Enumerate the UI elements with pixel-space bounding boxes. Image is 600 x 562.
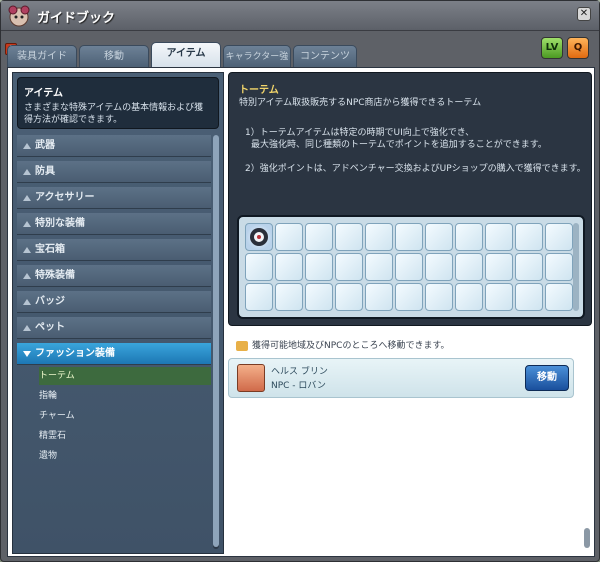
expand-arrow-icon — [23, 221, 31, 227]
info-line-4: 2）強化ポイントは、アドベンチャー交換およびUPショップの購入で獲得できます。 — [245, 164, 586, 174]
expand-arrow-icon — [23, 195, 31, 201]
item-slot[interactable] — [305, 223, 333, 251]
item-slot[interactable] — [245, 253, 273, 281]
item-slot[interactable] — [455, 223, 483, 251]
npc-location: NPC - ロバン — [271, 381, 326, 391]
item-slot[interactable] — [305, 253, 333, 281]
close-button[interactable]: ✕ — [577, 7, 591, 21]
search-button[interactable]: Q — [567, 37, 589, 59]
tab-character-enhance[interactable]: キャラクター強化 — [223, 45, 291, 84]
info-line-1: 特別アイテム取扱販売するNPC商店から獲得できるトーテム — [239, 98, 482, 108]
sidebar-header-desc: さまざまな特殊アイテムの基本情報および獲得方法が確認できます。 — [24, 103, 204, 125]
guidebook-window: ガイドブック ✕ ! 装具ガイド 移動 アイテム キャラクター強化 コンテンツ … — [0, 0, 600, 562]
item-slot[interactable] — [395, 223, 423, 251]
info-line-2: 1）トーテムアイテムは特定の時期でUI向上で強化でき、 — [245, 128, 475, 138]
totem-item-icon — [250, 228, 268, 246]
item-slot[interactable] — [275, 253, 303, 281]
item-slot[interactable] — [245, 283, 273, 311]
item-slot[interactable] — [545, 253, 573, 281]
content-panel: アイテム さまざまな特殊アイテムの基本情報および獲得方法が確認できます。 武器 … — [7, 67, 595, 557]
subitem-charm[interactable]: チャーム — [39, 407, 211, 425]
item-slot[interactable] — [425, 253, 453, 281]
collapse-arrow-icon — [23, 351, 31, 357]
title-bar[interactable]: ガイドブック ✕ — [1, 1, 599, 31]
location-icon — [236, 340, 248, 351]
item-slot[interactable] — [275, 283, 303, 311]
category-pet[interactable]: ペット — [17, 317, 211, 339]
expand-arrow-icon — [23, 143, 31, 149]
expand-arrow-icon — [23, 247, 31, 253]
move-button[interactable]: 移動 — [525, 365, 569, 391]
sidebar-scrollbar[interactable] — [213, 135, 219, 549]
level-button[interactable]: LV — [541, 37, 563, 59]
category-badge[interactable]: バッジ — [17, 291, 211, 313]
item-slot[interactable] — [455, 253, 483, 281]
subitem-spirit-stone[interactable]: 精霊石 — [39, 427, 211, 445]
npc-list-item: ヘルス ブリン NPC - ロバン 移動 — [228, 358, 574, 398]
sidebar-header-title: アイテム — [24, 88, 63, 99]
sidebar-scroll-thumb[interactable] — [213, 135, 219, 547]
item-info-box: トーテム 特別アイテム取扱販売するNPC商店から獲得できるトーテム 1）トーテム… — [228, 72, 592, 326]
tab-contents[interactable]: コンテンツ — [293, 45, 357, 67]
item-slot[interactable] — [455, 283, 483, 311]
item-slot[interactable] — [395, 253, 423, 281]
subitem-totem[interactable]: トーテム — [39, 367, 211, 385]
slot-grid-scrollbar[interactable] — [573, 223, 579, 311]
category-special-equipment[interactable]: 特別な装備 — [17, 213, 211, 235]
window-title: ガイドブック — [37, 11, 116, 26]
subitem-ring[interactable]: 指輪 — [39, 387, 211, 405]
item-slot[interactable] — [515, 253, 543, 281]
subitem-relic[interactable]: 遺物 — [39, 447, 211, 465]
expand-arrow-icon — [23, 169, 31, 175]
item-slot[interactable] — [335, 253, 363, 281]
item-slot[interactable] — [305, 283, 333, 311]
item-slot[interactable] — [515, 223, 543, 251]
sidebar: アイテム さまざまな特殊アイテムの基本情報および獲得方法が確認できます。 武器 … — [12, 72, 224, 554]
item-slot[interactable] — [275, 223, 303, 251]
category-armor[interactable]: 防具 — [17, 161, 211, 183]
item-slot[interactable] — [515, 283, 543, 311]
tab-item[interactable]: アイテム — [151, 42, 221, 67]
content-scrollbar[interactable] — [584, 528, 590, 548]
info-line-3: 最大強化時、同じ種類のトーテムでポイントを追加することができます。 — [251, 140, 547, 150]
category-unique-equipment[interactable]: 特殊装備 — [17, 265, 211, 287]
tab-equipment-guide[interactable]: 装具ガイド — [7, 45, 77, 67]
item-slot[interactable] — [335, 223, 363, 251]
npc-name: ヘルス ブリン — [271, 367, 328, 377]
category-jewel-box[interactable]: 宝石箱 — [17, 239, 211, 261]
guidebook-icon — [8, 5, 30, 27]
item-slot[interactable] — [545, 223, 573, 251]
item-slot[interactable] — [485, 253, 513, 281]
item-slot[interactable] — [425, 283, 453, 311]
item-slot[interactable] — [365, 283, 393, 311]
sidebar-header: アイテム さまざまな特殊アイテムの基本情報および獲得方法が確認できます。 — [17, 77, 219, 129]
category-accessory[interactable]: アクセサリー — [17, 187, 211, 209]
npc-avatar — [237, 364, 265, 392]
expand-arrow-icon — [23, 273, 31, 279]
tab-movement[interactable]: 移動 — [79, 45, 149, 67]
item-slot[interactable] — [485, 223, 513, 251]
item-slot[interactable] — [545, 283, 573, 311]
expand-arrow-icon — [23, 325, 31, 331]
item-slot-grid — [237, 215, 585, 319]
item-slot[interactable] — [425, 223, 453, 251]
category-fashion-equipment[interactable]: ファッション装備 — [17, 343, 211, 365]
item-slot[interactable] — [245, 223, 273, 251]
item-slot[interactable] — [485, 283, 513, 311]
expand-arrow-icon — [23, 299, 31, 305]
tab-bar: 装具ガイド 移動 アイテム キャラクター強化 コンテンツ — [7, 42, 427, 84]
item-slot[interactable] — [395, 283, 423, 311]
category-weapon[interactable]: 武器 — [17, 135, 211, 157]
info-title: トーテム — [239, 85, 279, 96]
item-slot[interactable] — [335, 283, 363, 311]
npc-section-label: 獲得可能地域及びNPCのところへ移動できます。 — [236, 338, 450, 351]
item-slot[interactable] — [365, 223, 393, 251]
item-slot[interactable] — [365, 253, 393, 281]
